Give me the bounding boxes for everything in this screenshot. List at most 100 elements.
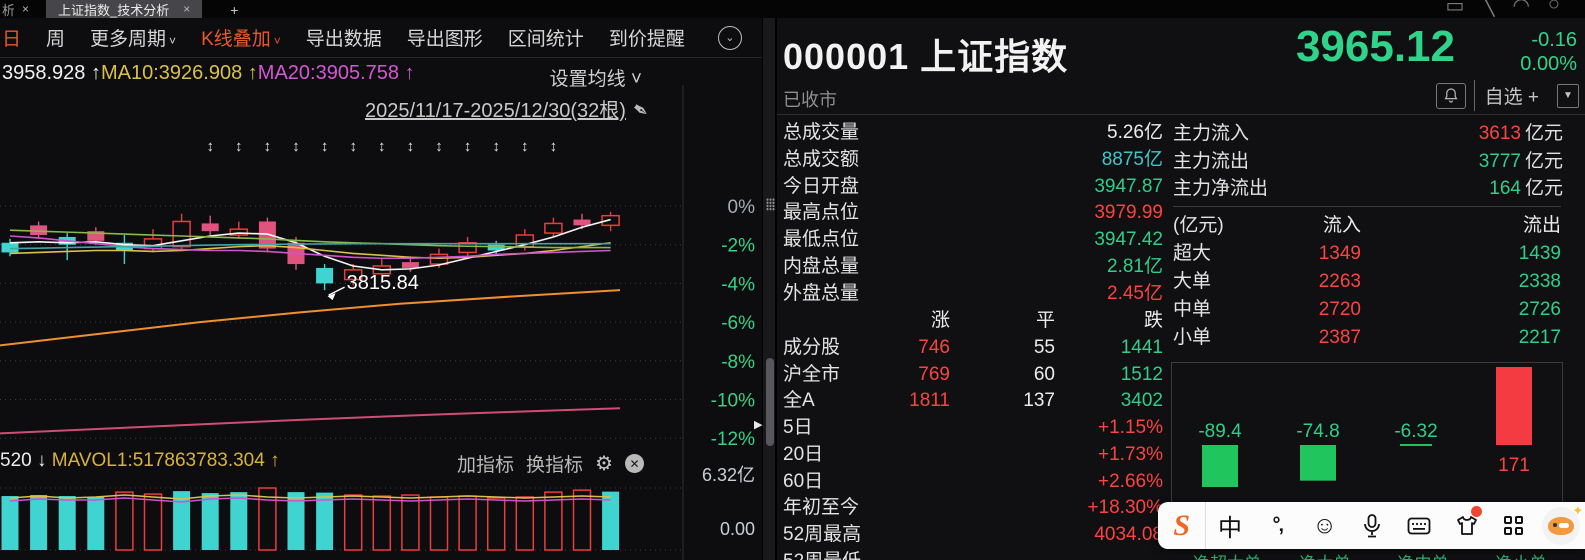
sogou-logo-icon[interactable]: S — [1158, 502, 1205, 549]
ime-toolbar: S 中 °‚ ☺ ✦ — [1158, 502, 1585, 549]
price-alert-button[interactable]: 到价提醒 — [609, 24, 685, 51]
keyboard-icon[interactable] — [1396, 502, 1443, 549]
flat-count: 60 — [1033, 363, 1055, 385]
flow-table-unit-header: (亿元) — [1173, 215, 1224, 236]
stats-list: 总成交量 5.26亿 总成交额 8875亿 今日开盘 3947.87 最高点位 3979.99… — [783, 120, 1163, 308]
tab-title: 上证指数_技术分析 — [58, 2, 170, 18]
ime-language-mode[interactable]: 中 — [1206, 502, 1253, 549]
table-row: 小单 2387 2217 — [1173, 324, 1561, 352]
volume-tools: 加指标 换指标 ⚙ ✕ — [457, 450, 644, 477]
perf-label: 52周最低 — [783, 551, 861, 560]
perf-label: 60日 — [783, 470, 824, 492]
tab-fragment[interactable]: 析 × — [0, 0, 40, 18]
titlebar-tool-icons: ▭ ╲ ◠ ○ — [1446, 0, 1561, 18]
emoji-icon[interactable]: ☺ — [1301, 502, 1348, 549]
range-statistics-button[interactable]: 区间统计 — [508, 24, 584, 51]
net-flow-category-label: 净小单 — [1472, 549, 1570, 560]
perf-value: 4034.08 — [1094, 524, 1163, 546]
net-flow-categories: 净超大单净大单净中单净小单 — [1178, 549, 1585, 560]
perf-value: +18.30% — [1087, 497, 1163, 519]
period-day-button[interactable]: 日 — [2, 24, 21, 51]
mavol-value: MAVOL1:517863783.304 — [51, 450, 265, 471]
stat-value: 8875亿 — [1101, 148, 1163, 170]
flow-in-value: 1349 — [1318, 243, 1361, 264]
clock-icon[interactable]: ○ — [1548, 0, 1560, 15]
flow-row-label: 超大 — [1173, 243, 1212, 264]
gear-icon[interactable]: ⚙ — [595, 451, 613, 476]
down-count: 3402 — [1120, 390, 1163, 412]
table-row: 52周最低 — [783, 549, 1163, 560]
ma-settings-button[interactable]: 设置均线 ˅ — [550, 64, 642, 91]
net-flow-value: 171 — [1498, 455, 1530, 476]
add-watchlist-button[interactable]: 自选 + — [1473, 80, 1549, 111]
change-percent: 0.00% — [1520, 53, 1577, 75]
watchlist-dropdown-button[interactable]: ▼ — [1557, 83, 1579, 108]
sheet-icon[interactable]: ▭ — [1446, 0, 1465, 17]
up-arrow-icon: ↑ — [247, 62, 258, 84]
period-week-button[interactable]: 周 — [46, 24, 65, 51]
table-row: 超大 1349 1439 — [1173, 240, 1561, 268]
skin-shirt-icon[interactable] — [1443, 502, 1490, 549]
panel-divider[interactable]: ▶ — [754, 0, 777, 560]
stat-value: 3947.87 — [1094, 175, 1163, 197]
collapse-arrow-icon[interactable]: ▶ — [754, 418, 762, 431]
clock-dropdown-icon[interactable]: ⌄ — [717, 25, 742, 50]
divider-line — [1173, 206, 1561, 207]
new-tab-button[interactable]: + — [230, 2, 238, 18]
y-axis-label: -6% — [721, 313, 755, 334]
chart-toolbar: 日 周 更多周期 ˅ K线叠加 ˅ 导出数据 导出图形 区间统计 到价提醒 ⌄ — [0, 18, 828, 58]
flat-count: 137 — [1023, 390, 1055, 412]
kline-chart[interactable]: 0% -2% -4% -6% -8% -10% -12% ↕ ↕ ↕ ↕ ↕ ↕ ↕ ↕ ↕ ↕ ↕ ↕ ↕ 3815.… — [0, 85, 762, 445]
down-count: 1441 — [1120, 336, 1163, 358]
stat-label: 外盘总量 — [783, 282, 860, 304]
ai-assistant-icon[interactable]: ✦ — [1538, 502, 1585, 549]
tab-technical-analysis[interactable]: 上证指数_技术分析 × — [46, 0, 203, 18]
quote-panel: 000001 上证指数 3965.12 -0.16 0.00% 已收市 自选 +… — [777, 18, 1585, 560]
flow-in-value: 2263 — [1318, 271, 1361, 292]
quote-header: 000001 上证指数 3965.12 -0.16 0.00% 已收市 自选 +… — [777, 18, 1585, 115]
table-row: 5日 +1.15% — [783, 415, 1163, 442]
scrollbar-thumb[interactable] — [766, 358, 774, 446]
alert-bell-button[interactable] — [1435, 82, 1466, 109]
table-row: 总成交额 8875亿 — [783, 147, 1163, 174]
y-axis-label: -2% — [721, 236, 755, 257]
date-range-label[interactable]: 2025/11/17-2025/12/30(32根)✒ — [365, 94, 653, 125]
punctuation-icon[interactable]: °‚ — [1254, 502, 1301, 549]
table-row: (亿元) 流入 流出 — [1173, 212, 1561, 240]
tab-close-icon[interactable]: × — [22, 2, 29, 16]
flow-unit: 亿元 — [1524, 178, 1563, 199]
table-row: 全A 1811 137 3402 — [783, 388, 1163, 415]
toolbox-grid-icon[interactable] — [1490, 502, 1537, 549]
draw-line-icon[interactable]: ╲ — [1482, 0, 1494, 17]
chart-panel: 日 周 更多周期 ˅ K线叠加 ˅ 导出数据 导出图形 区间统计 到价提醒 ⌄ 39… — [0, 18, 828, 560]
net-flow-category-label: 净超大单 — [1178, 549, 1276, 560]
breadth-table: 涨 平 跌成分股 746 55 1441 沪全市 769 60 1512 全A 1811 137 3402 — [783, 308, 1163, 415]
more-periods-menu[interactable]: 更多周期 ˅ — [90, 24, 176, 51]
flow-in-value: 2720 — [1318, 299, 1361, 320]
perf-label: 年初至今 — [783, 497, 860, 519]
stat-value: 3947.42 — [1094, 229, 1163, 251]
table-row: 内盘总量 2.81亿 — [783, 254, 1163, 281]
table-row: 主力流出 3777 亿元 — [1173, 148, 1563, 176]
ma5-value: 3958.928 — [2, 62, 86, 84]
export-data-button[interactable]: 导出数据 — [306, 24, 382, 51]
add-indicator-button[interactable]: 加指标 — [457, 450, 514, 477]
updown-arrow-mark: ↕ — [378, 138, 386, 155]
switch-indicator-button[interactable]: 换指标 — [526, 450, 583, 477]
table-row: 主力流入 3613 亿元 — [1173, 120, 1563, 148]
export-chart-button[interactable]: 导出图形 — [407, 24, 483, 51]
kline-overlay-menu[interactable]: K线叠加 ˅ — [201, 24, 281, 51]
flow-out-value: 2217 — [1518, 327, 1561, 348]
refresh-icon[interactable]: ◠ — [1512, 0, 1529, 17]
microphone-icon[interactable] — [1348, 502, 1395, 549]
table-row: 大单 2263 2338 — [1173, 268, 1561, 296]
volume-axis-label: 0.00 — [720, 519, 755, 539]
stat-value: 2.45亿 — [1107, 282, 1163, 304]
flow-value: 164 — [1489, 178, 1521, 199]
tab-close-icon[interactable]: × — [183, 2, 190, 16]
close-indicator-icon[interactable]: ✕ — [625, 454, 644, 473]
drag-grip-icon[interactable] — [766, 198, 775, 211]
table-row: 20日 +1.73% — [783, 442, 1163, 469]
stat-label: 最低点位 — [783, 229, 860, 251]
stat-label: 总成交额 — [783, 148, 860, 170]
